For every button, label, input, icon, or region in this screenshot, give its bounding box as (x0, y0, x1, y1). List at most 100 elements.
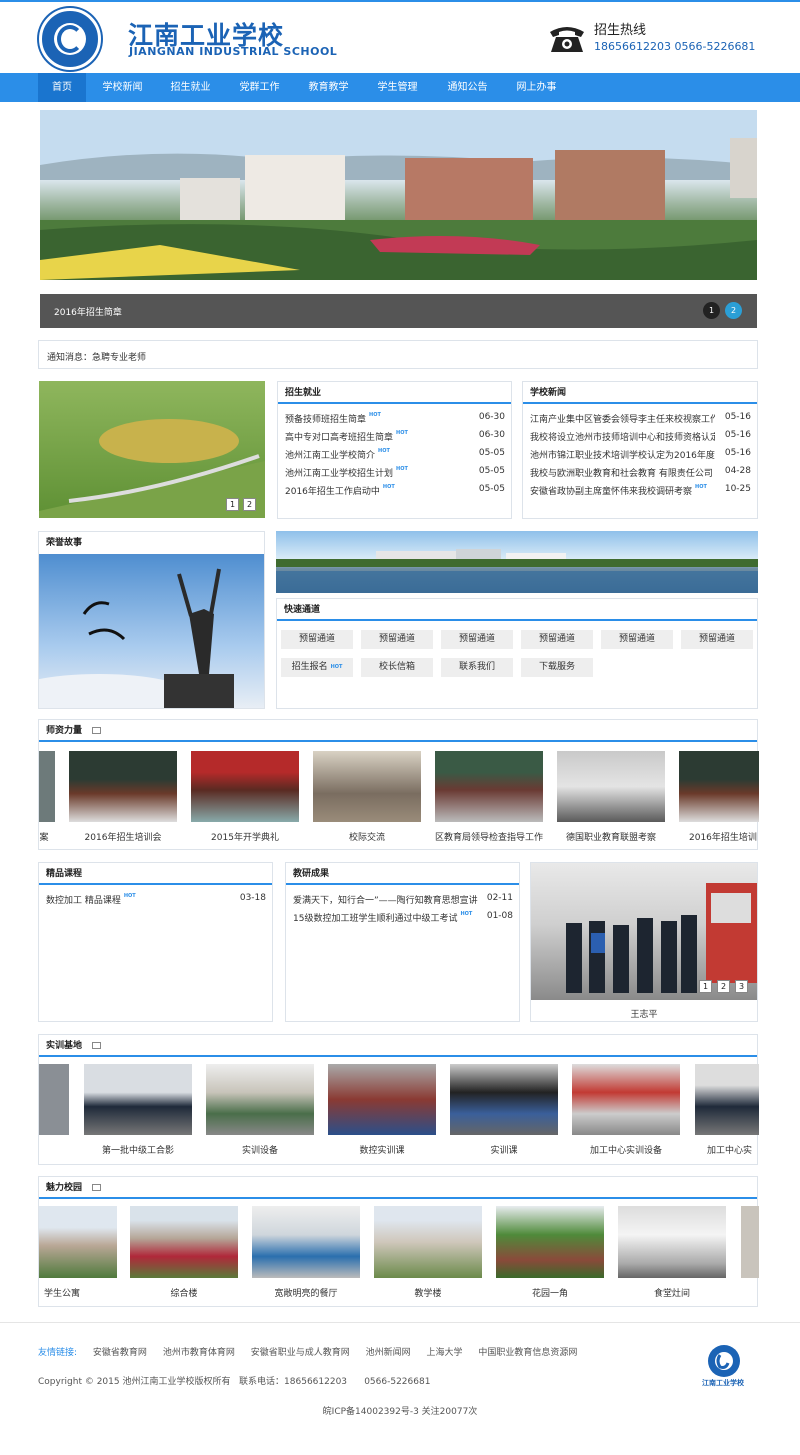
training-caption[interactable]: 加工中心实训设备 (572, 1143, 680, 1156)
quick-link-reserved[interactable]: 预留通道 (601, 630, 673, 649)
news-row[interactable]: 我校与欧洲职业教育和社会教育 有限责任公司 (530, 466, 715, 479)
friend-link[interactable]: 中国职业教育信息资源网 (478, 1348, 577, 1358)
campus-photo[interactable] (496, 1206, 604, 1278)
nav-admission[interactable]: 招生就业 (163, 73, 218, 102)
friend-link[interactable]: 安徽省教育网 (93, 1348, 147, 1358)
campus-caption[interactable]: 花园一角 (496, 1286, 604, 1299)
nav-home[interactable]: 首页 (38, 73, 86, 102)
nav-online-service[interactable]: 网上办事 (509, 73, 564, 102)
campus-caption[interactable]: 宽敞明亮的餐厅 (252, 1286, 360, 1299)
training-caption[interactable]: 实训设备 (206, 1143, 314, 1156)
teacher-photo[interactable] (679, 751, 759, 822)
featured-btn-2[interactable]: 2 (717, 980, 730, 993)
icp-record: 皖ICP备14002392号-3 关注20077次 (322, 1407, 478, 1417)
news-row[interactable]: 安徽省政协副主席童怀伟来我校调研考察 HOT (530, 484, 715, 497)
research-date: 01-08 (486, 911, 513, 921)
training-photo[interactable] (206, 1064, 314, 1135)
school-logo[interactable] (39, 8, 101, 70)
research-row[interactable]: 爱满天下，知行合一”——陶行知教育思想宣讲 (293, 893, 483, 906)
training-caption[interactable]: 数控实训课 (328, 1143, 436, 1156)
teacher-caption[interactable]: 区教育局领导检查指导工作 (435, 830, 543, 843)
admission-row[interactable]: 池州江南工业学校招生计划 HOT (285, 466, 408, 479)
campus-photo[interactable] (252, 1206, 360, 1278)
teacher-photo[interactable] (557, 751, 665, 822)
admission-row[interactable]: 2016年招生工作启动中 HOT (285, 484, 395, 497)
training-photo[interactable] (39, 1064, 69, 1135)
lake-campus-image[interactable] (276, 531, 758, 593)
featured-btn-1[interactable]: 1 (699, 980, 712, 993)
teacher-caption[interactable]: 2016年招生培训 (689, 830, 758, 843)
campus-photo[interactable] (741, 1206, 759, 1278)
training-caption[interactable]: 实训课 (450, 1143, 558, 1156)
quick-link-reserved[interactable]: 预留通道 (361, 630, 433, 649)
nav-student-mgmt[interactable]: 学生管理 (370, 73, 425, 102)
teacher-caption[interactable]: 2016年招生培训会 (69, 830, 177, 843)
campus-photo[interactable] (618, 1206, 726, 1278)
teacher-photo[interactable] (69, 751, 177, 822)
teacher-caption[interactable]: 案 (39, 830, 49, 843)
notice-text[interactable]: 通知消息：急聘专业老师 (47, 350, 146, 363)
quick-link-contact[interactable]: 联系我们 (441, 658, 513, 677)
training-caption[interactable]: 加工中心实 (707, 1143, 758, 1156)
campus-photo[interactable] (374, 1206, 482, 1278)
quick-link-reserved[interactable]: 预留通道 (521, 630, 593, 649)
training-photo[interactable] (695, 1064, 759, 1135)
friend-link[interactable]: 安徽省职业与成人教育网 (251, 1348, 350, 1358)
teacher-photo[interactable] (435, 751, 543, 822)
research-row[interactable]: 15级数控加工班学生顺利通过中级工考试 HOT (293, 911, 472, 924)
featured-caption[interactable]: 王志平 (531, 1007, 757, 1020)
featured-btn-3[interactable]: 3 (735, 980, 748, 993)
quick-link-downloads[interactable]: 下载服务 (521, 658, 593, 677)
campus-lawn-photo[interactable]: 1 2 (39, 381, 265, 518)
training-photo[interactable] (450, 1064, 558, 1135)
admission-row[interactable]: 预备技师班招生简章 HOT (285, 412, 381, 425)
quick-link-principal-mailbox[interactable]: 校长信箱 (361, 658, 433, 677)
training-photo[interactable] (572, 1064, 680, 1135)
banner-dot-1[interactable]: 1 (703, 302, 720, 319)
teacher-photo[interactable] (39, 751, 55, 822)
news-row[interactable]: 江南产业集中区管委会领导李主任来校视察工作 (530, 412, 715, 425)
slider1-btn-2[interactable]: 2 (243, 498, 256, 511)
campus-caption[interactable]: 教学楼 (374, 1286, 482, 1299)
banner-campus-image[interactable] (40, 110, 757, 280)
campus-photo[interactable] (39, 1206, 117, 1278)
news-row[interactable]: 池州市锦江职业技术培训学校认定为2016年度 (530, 448, 715, 461)
teacher-photo[interactable] (191, 751, 299, 822)
honor-poster-image[interactable] (39, 554, 264, 708)
training-photo[interactable] (84, 1064, 192, 1135)
featured-photo[interactable]: 1 2 3 (531, 863, 757, 1000)
training-photo[interactable] (328, 1064, 436, 1135)
banner-caption-bar: 2016年招生简章 1 2 (40, 294, 757, 328)
teacher-caption[interactable]: 校际交流 (313, 830, 421, 843)
training-caption[interactable]: 第一批中级工合影 (84, 1143, 192, 1156)
courses-panel: 精品课程 数控加工 精品课程 HOT 03-18 (38, 862, 273, 1022)
news-row[interactable]: 我校将设立池州市技师培训中心和技师资格认定 (530, 430, 715, 443)
quick-link-reserved[interactable]: 预留通道 (281, 630, 353, 649)
admission-row[interactable]: 高中专对口高考班招生简章 HOT (285, 430, 408, 443)
nav-school-news[interactable]: 学校新闻 (95, 73, 150, 102)
nav-party-work[interactable]: 党群工作 (232, 73, 287, 102)
friend-link[interactable]: 池州市教育体育网 (163, 1348, 235, 1358)
banner-caption[interactable]: 2016年招生简章 (54, 305, 122, 318)
quick-link-reserved[interactable]: 预留通道 (681, 630, 753, 649)
campus-caption[interactable]: 学生公寓 (39, 1286, 85, 1299)
admission-row[interactable]: 池州江南工业学校简介 HOT (285, 448, 390, 461)
friend-link[interactable]: 上海大学 (426, 1348, 462, 1358)
quick-link-enroll[interactable]: 招生报名 HOT (281, 658, 353, 677)
slider1-btn-1[interactable]: 1 (226, 498, 239, 511)
nav-announcements[interactable]: 通知公告 (440, 73, 495, 102)
campus-photo[interactable] (130, 1206, 238, 1278)
teacher-photo[interactable] (313, 751, 421, 822)
teacher-caption[interactable]: 2015年开学典礼 (191, 830, 299, 843)
admission-panel: 招生就业 预备技师班招生简章 HOT 06-30 高中专对口高考班招生简章 HOT … (277, 381, 512, 519)
campus-caption[interactable]: 食堂灶间 (618, 1286, 726, 1299)
campus-caption[interactable]: 综合楼 (130, 1286, 238, 1299)
banner-dot-2[interactable]: 2 (725, 302, 742, 319)
teacher-caption[interactable]: 德国职业教育联盟考察 (557, 830, 665, 843)
monitor-icon (92, 727, 102, 734)
friend-link[interactable]: 池州新闻网 (366, 1348, 411, 1358)
course-row[interactable]: 数控加工 精品课程 HOT (46, 893, 136, 906)
nav-teaching[interactable]: 教育教学 (301, 73, 356, 102)
quick-link-reserved[interactable]: 预留通道 (441, 630, 513, 649)
training-panel: 实训基地 第一批中级工合影 实训设备 数控实训课 实训课 加工中心实训设备 加工… (38, 1034, 759, 1165)
